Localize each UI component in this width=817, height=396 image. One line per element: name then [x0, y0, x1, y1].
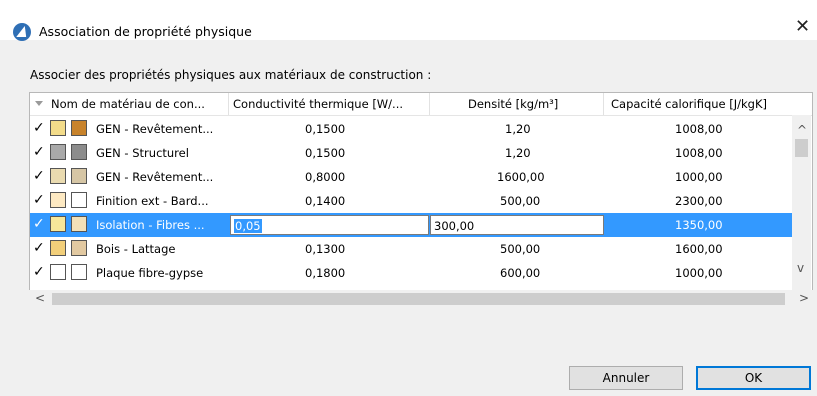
table-row-selected[interactable]: ✓ Isolation - Fibres ... 0,05 300,00 135…: [30, 213, 792, 237]
table-row[interactable]: ✓ GEN - Revêtement... 0,8000 1600,00 100…: [30, 165, 792, 189]
density-value[interactable]: 500,00: [500, 194, 540, 208]
conductivity-value[interactable]: 0,1300: [305, 242, 345, 256]
vertical-scrollbar[interactable]: ^ v: [792, 115, 811, 290]
density-value[interactable]: 1,20: [505, 146, 531, 160]
surface-color-swatch[interactable]: [71, 144, 87, 160]
vertical-scroll-thumb[interactable]: [795, 139, 808, 157]
heat-capacity-value[interactable]: 1008,00: [675, 146, 723, 160]
surface-color-swatch[interactable]: [71, 192, 87, 208]
column-divider[interactable]: [228, 93, 229, 115]
column-header-conductivity[interactable]: Conductivité thermique [W/...: [233, 97, 403, 111]
checkmark-icon[interactable]: ✓: [33, 264, 45, 280]
checkmark-icon[interactable]: ✓: [33, 120, 45, 136]
conductivity-value[interactable]: 0,1400: [305, 194, 345, 208]
conductivity-value[interactable]: 0,8000: [305, 170, 345, 184]
fill-pattern-swatch[interactable]: [50, 168, 66, 184]
density-edit-text[interactable]: 300,00: [434, 219, 474, 233]
table-row[interactable]: ✓ Plaque fibre-gypse 0,1800 600,00 1000,…: [30, 261, 792, 285]
material-name: GEN - Revêtement...: [96, 170, 214, 184]
archicad-app-icon: [13, 23, 31, 41]
density-edit-field[interactable]: 300,00: [430, 215, 604, 235]
scroll-left-icon[interactable]: <: [35, 291, 45, 305]
sort-arrow-icon[interactable]: [35, 101, 43, 106]
heat-capacity-value[interactable]: 2300,00: [675, 194, 723, 208]
column-header-material-name[interactable]: Nom de matériau de con...: [51, 97, 205, 111]
heat-capacity-value[interactable]: 1350,00: [675, 218, 723, 232]
fill-pattern-swatch[interactable]: [50, 144, 66, 160]
table-row[interactable]: ✓ GEN - Revêtement... 0,1500 1,20 1008,0…: [30, 117, 792, 141]
surface-color-swatch[interactable]: [71, 120, 87, 136]
fill-pattern-swatch[interactable]: [50, 240, 66, 256]
table-row[interactable]: ✓ GEN - Structurel 0,1500 1,20 1008,00: [30, 141, 792, 165]
checkmark-icon[interactable]: ✓: [33, 192, 45, 208]
cancel-button[interactable]: Annuler: [569, 366, 683, 390]
conductivity-value[interactable]: 0,1500: [305, 146, 345, 160]
surface-color-swatch[interactable]: [71, 168, 87, 184]
material-name: Isolation - Fibres ...: [96, 218, 205, 232]
density-value[interactable]: 1,20: [505, 122, 531, 136]
dialog-prompt: Associer des propriétés physiques aux ma…: [30, 68, 432, 82]
material-table: Nom de matériau de con... Conductivité t…: [29, 92, 813, 291]
density-value[interactable]: 1600,00: [497, 170, 545, 184]
table-row[interactable]: ✓ Bois - Lattage 0,1300 500,00 1600,00: [30, 237, 792, 261]
column-divider[interactable]: [429, 93, 430, 115]
column-divider[interactable]: [603, 93, 604, 115]
conductivity-value[interactable]: 0,1500: [305, 122, 345, 136]
conductivity-edit-text[interactable]: 0,05: [234, 219, 262, 233]
checkmark-icon[interactable]: ✓: [33, 144, 45, 160]
fill-pattern-swatch[interactable]: [50, 192, 66, 208]
density-value[interactable]: 600,00: [500, 266, 540, 280]
fill-pattern-swatch[interactable]: [50, 264, 66, 280]
surface-color-swatch[interactable]: [71, 264, 87, 280]
horizontal-scrollbar[interactable]: < >: [29, 290, 813, 308]
surface-color-swatch[interactable]: [71, 216, 87, 232]
close-icon[interactable]: ✕: [795, 18, 810, 36]
density-value[interactable]: 500,00: [500, 242, 540, 256]
heat-capacity-value[interactable]: 1008,00: [675, 122, 723, 136]
material-name: Bois - Lattage: [96, 242, 176, 256]
column-header-density[interactable]: Densité [kg/m³]: [468, 97, 558, 111]
conductivity-value[interactable]: 0,1800: [305, 266, 345, 280]
horizontal-scroll-thumb[interactable]: [52, 293, 785, 305]
heat-capacity-value[interactable]: 1000,00: [675, 170, 723, 184]
material-name: Plaque fibre-gypse: [96, 266, 204, 280]
window-title: Association de propriété physique: [39, 24, 252, 39]
heat-capacity-value[interactable]: 1600,00: [675, 242, 723, 256]
title-bar: Association de propriété physique ✕: [0, 0, 817, 41]
scroll-down-icon[interactable]: v: [797, 261, 804, 275]
fill-pattern-swatch[interactable]: [50, 216, 66, 232]
column-header-heat-capacity[interactable]: Capacité calorifique [J/kgK]: [611, 97, 767, 111]
checkmark-icon[interactable]: ✓: [33, 216, 45, 232]
scroll-right-icon[interactable]: >: [799, 291, 809, 305]
table-header: Nom de matériau de con... Conductivité t…: [30, 93, 812, 116]
conductivity-edit-field[interactable]: 0,05: [230, 215, 429, 235]
material-name: GEN - Revêtement...: [96, 122, 214, 136]
heat-capacity-value[interactable]: 1000,00: [675, 266, 723, 280]
scroll-up-icon[interactable]: ^: [797, 123, 807, 137]
ok-button[interactable]: OK: [696, 366, 811, 390]
material-name: GEN - Structurel: [96, 146, 189, 160]
checkmark-icon[interactable]: ✓: [33, 168, 45, 184]
fill-pattern-swatch[interactable]: [50, 120, 66, 136]
table-row[interactable]: ✓ Finition ext - Bard... 0,1400 500,00 2…: [30, 189, 792, 213]
material-name: Finition ext - Bard...: [96, 194, 209, 208]
checkmark-icon[interactable]: ✓: [33, 240, 45, 256]
surface-color-swatch[interactable]: [71, 240, 87, 256]
